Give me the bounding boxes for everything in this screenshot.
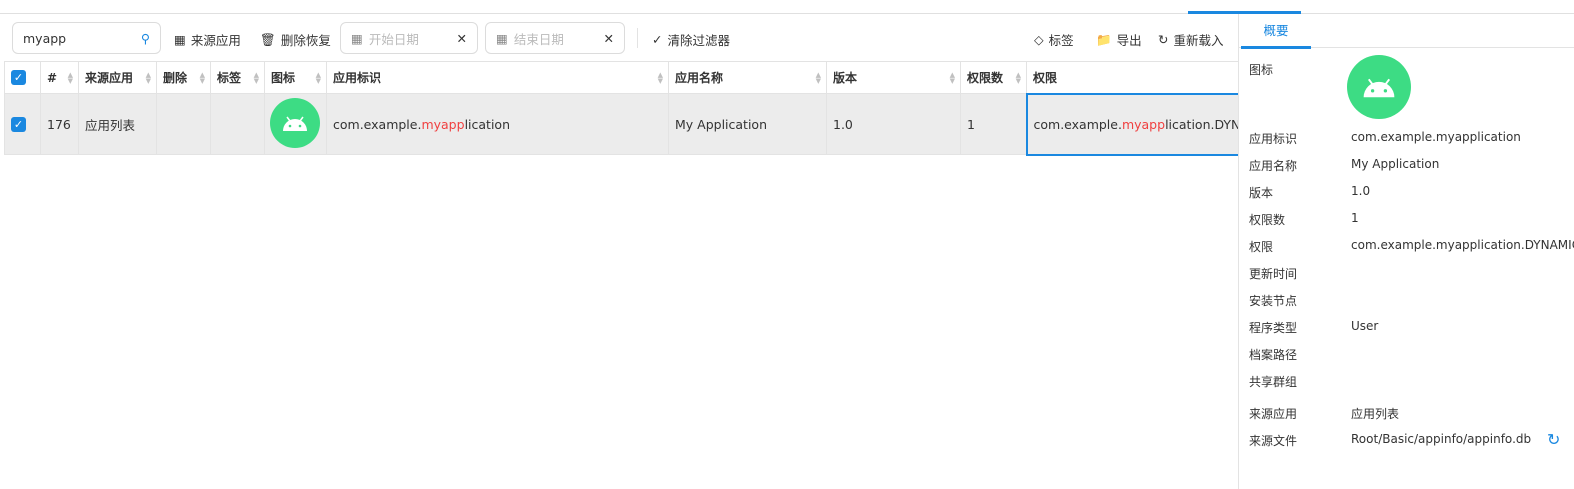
field-permissions: 权限com.example.myapplication.DYNAMIC_RECE… (1249, 238, 1574, 254)
source-app-label: 来源应用 (190, 33, 241, 48)
trash-icon: 🗑 (260, 31, 276, 47)
cell-index: 176 (40, 93, 79, 155)
tag-icon: ◇ (1034, 32, 1044, 47)
search-icon[interactable]: ⚲ (141, 31, 150, 46)
source-app-button[interactable]: ▦ 来源应用 (174, 30, 241, 49)
app-table: ✓ # ▲ ▼ 来源应用 ▲ ▼ 删除 ▲ ▼ 标签 ▲ ▼ 图标 ▲ ▼ 应用标识 ▲ ▼ 应用名称 ▲… (4, 61, 1238, 156)
column-header-deleted[interactable]: 删除 ▲ ▼ (156, 61, 211, 94)
search-input[interactable]: myapp ⚲ (12, 22, 161, 54)
broom-icon: ✓ (652, 32, 663, 47)
export-button[interactable]: 📁 导出 (1096, 30, 1142, 49)
select-all-checkbox[interactable]: ✓ (4, 61, 41, 94)
export-folder-icon: 📁 (1096, 31, 1112, 47)
column-header-app-name[interactable]: 应用名称 ▲ ▼ (668, 61, 827, 94)
table-header: ✓ # ▲ ▼ 来源应用 ▲ ▼ 删除 ▲ ▼ 标签 ▲ ▼ 图标 ▲ ▼ 应用标识 ▲ ▼ 应用名称 ▲… (4, 61, 1238, 94)
column-header-app-id[interactable]: 应用标识 ▲ ▼ (326, 61, 669, 94)
android-app-icon (270, 97, 320, 148)
reload-button[interactable]: ↻ 重新载入 (1158, 30, 1224, 49)
delete-restore-label: 删除恢复 (280, 33, 331, 48)
column-header-index[interactable]: # ▲ ▼ (40, 61, 79, 94)
calendar-icon: ▦ (496, 30, 508, 46)
start-date-placeholder: 开始日期 (368, 31, 419, 47)
clear-filters-label: 清除过滤器 (667, 33, 730, 48)
start-date-input[interactable]: ▦ 开始日期 ✕ (340, 22, 478, 54)
grid-icon: ▦ (174, 32, 186, 47)
tag-label: 标签 (1048, 33, 1074, 48)
search-value: myapp (23, 30, 67, 46)
row-checkbox[interactable]: ✓ (4, 93, 41, 155)
cell-version: 1.0 (826, 93, 961, 155)
column-header-version[interactable]: 版本 ▲ ▼ (826, 61, 961, 94)
export-label: 导出 (1116, 33, 1142, 48)
cell-permissions[interactable]: com.example.myapplication.DYNAMIC_RECEIV… (1025, 92, 1238, 156)
cell-app-name: My Application (668, 93, 827, 155)
android-app-icon (1347, 55, 1411, 119)
cell-icon (264, 93, 327, 155)
end-date-placeholder: 结束日期 (513, 31, 564, 47)
column-header-source-app[interactable]: 来源应用 ▲ ▼ (78, 61, 157, 94)
clear-icon[interactable]: ✕ (604, 31, 614, 46)
table-row[interactable]: ✓ 176 应用列表 com.example.myapplication My … (4, 92, 1238, 156)
calendar-icon: ▦ (351, 30, 363, 46)
reload-icon: ↻ (1158, 32, 1169, 47)
window-tab-strip[interactable] (0, 0, 1574, 14)
end-date-input[interactable]: ▦ 结束日期 ✕ (485, 22, 625, 54)
column-header-perm-count[interactable]: 权限数 ▲ ▼ (960, 61, 1027, 94)
tag-button[interactable]: ◇ 标签 (1034, 30, 1074, 49)
column-header-icon[interactable]: 图标 ▲ ▼ (264, 61, 327, 94)
reload-label: 重新载入 (1173, 33, 1224, 48)
clear-icon[interactable]: ✕ (457, 31, 467, 46)
column-header-tag[interactable]: 标签 ▲ ▼ (210, 61, 265, 94)
cell-tag (210, 93, 265, 155)
clear-filters-button[interactable]: ✓ 清除过滤器 (652, 30, 730, 49)
jump-to-source-icon[interactable]: ↻ (1547, 430, 1560, 449)
detail-panel: 概要 图标 应用标识 com.example.myapplication 应用名称… (1238, 14, 1574, 489)
column-header-permissions[interactable]: 权限 (1026, 61, 1238, 94)
cell-source-app: 应用列表 (78, 93, 157, 155)
tab-summary[interactable]: 概要 (1241, 14, 1311, 49)
cell-app-id: com.example.myapplication (326, 93, 669, 155)
cell-perm-count: 1 (960, 93, 1027, 155)
divider (637, 28, 638, 48)
cell-deleted (156, 93, 211, 155)
delete-restore-button[interactable]: 🗑 删除恢复 (260, 30, 331, 49)
